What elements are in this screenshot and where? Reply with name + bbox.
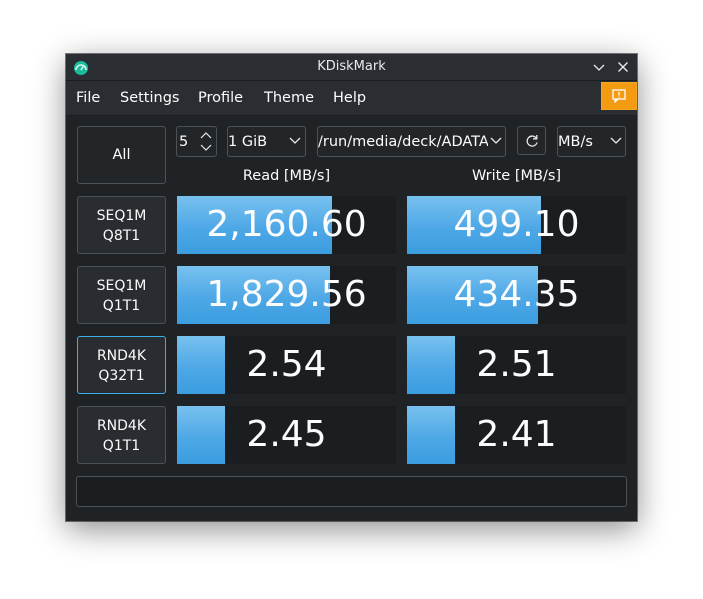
spin-arrows-icon[interactable] [199, 130, 213, 154]
title-bar: KDiskMark [66, 54, 637, 81]
chevron-down-icon [289, 137, 301, 144]
minimize-chevron-icon[interactable] [590, 58, 608, 76]
window-title: KDiskMark [317, 59, 386, 74]
test-name: SEQ1M [96, 278, 147, 294]
read-value: 2,160.60 [206, 204, 367, 245]
all-tests-label: All [112, 147, 131, 163]
test-params: Q1T1 [102, 438, 141, 454]
chevron-down-icon [610, 137, 622, 144]
test-params: Q8T1 [102, 228, 141, 244]
menu-bar: File Settings Profile Theme Help [66, 81, 637, 116]
write-result-bar: 434.35 [407, 266, 626, 324]
read-result-bar: 2.45 [177, 406, 396, 464]
target-path-value: /run/media/deck/ADATA [318, 134, 488, 150]
unit-select[interactable]: MB/s [557, 126, 626, 157]
menu-theme[interactable]: Theme [264, 90, 314, 106]
notice-icon [612, 89, 626, 103]
test-size-value: 1 GiB [228, 134, 268, 150]
write-value: 434.35 [453, 274, 580, 315]
refresh-icon [526, 135, 538, 147]
test-button-seq1m-q1t1[interactable]: SEQ1M Q1T1 [77, 266, 166, 324]
unit-value: MB/s [558, 134, 593, 150]
target-path-select[interactable]: /run/media/deck/ADATA [317, 126, 506, 157]
runs-value: 5 [179, 134, 189, 150]
write-value: 499.10 [453, 204, 580, 245]
test-params: Q32T1 [98, 368, 145, 384]
test-name: SEQ1M [96, 208, 147, 224]
chevron-down-icon [490, 137, 502, 144]
menu-settings[interactable]: Settings [120, 90, 179, 106]
read-column-header: Read [MB/s] [242, 168, 331, 184]
write-column-header: Write [MB/s] [471, 168, 562, 184]
test-button-rnd4k-q1t1[interactable]: RND4K Q1T1 [77, 406, 166, 464]
write-result-bar: 2.41 [407, 406, 626, 464]
test-name: RND4K [96, 418, 147, 434]
write-value: 2.41 [476, 414, 557, 455]
refresh-button[interactable] [517, 126, 546, 155]
read-value: 2.45 [246, 414, 327, 455]
menu-file[interactable]: File [76, 90, 100, 106]
read-result-bar: 1,829.56 [177, 266, 396, 324]
write-result-bar: 499.10 [407, 196, 626, 254]
test-button-seq1m-q8t1[interactable]: SEQ1M Q8T1 [77, 196, 166, 254]
write-result-bar: 2.51 [407, 336, 626, 394]
all-tests-button[interactable]: All [77, 126, 166, 184]
runs-spinbox[interactable]: 5 [176, 126, 217, 157]
notice-button[interactable] [601, 82, 637, 110]
close-icon[interactable] [614, 58, 632, 76]
test-button-rnd4k-q32t1[interactable]: RND4K Q32T1 [77, 336, 166, 394]
menu-profile[interactable]: Profile [198, 90, 243, 106]
read-value: 1,829.56 [206, 274, 367, 315]
read-value: 2.54 [246, 344, 327, 385]
comment-input[interactable] [76, 476, 627, 507]
test-params: Q1T1 [102, 298, 141, 314]
menu-help[interactable]: Help [333, 90, 366, 106]
test-name: RND4K [96, 348, 147, 364]
kdiskmark-window: KDiskMark File Settings Profile Theme He… [66, 54, 637, 521]
write-value: 2.51 [476, 344, 557, 385]
read-result-bar: 2.54 [177, 336, 396, 394]
read-result-bar: 2,160.60 [177, 196, 396, 254]
test-size-select[interactable]: 1 GiB [227, 126, 306, 157]
